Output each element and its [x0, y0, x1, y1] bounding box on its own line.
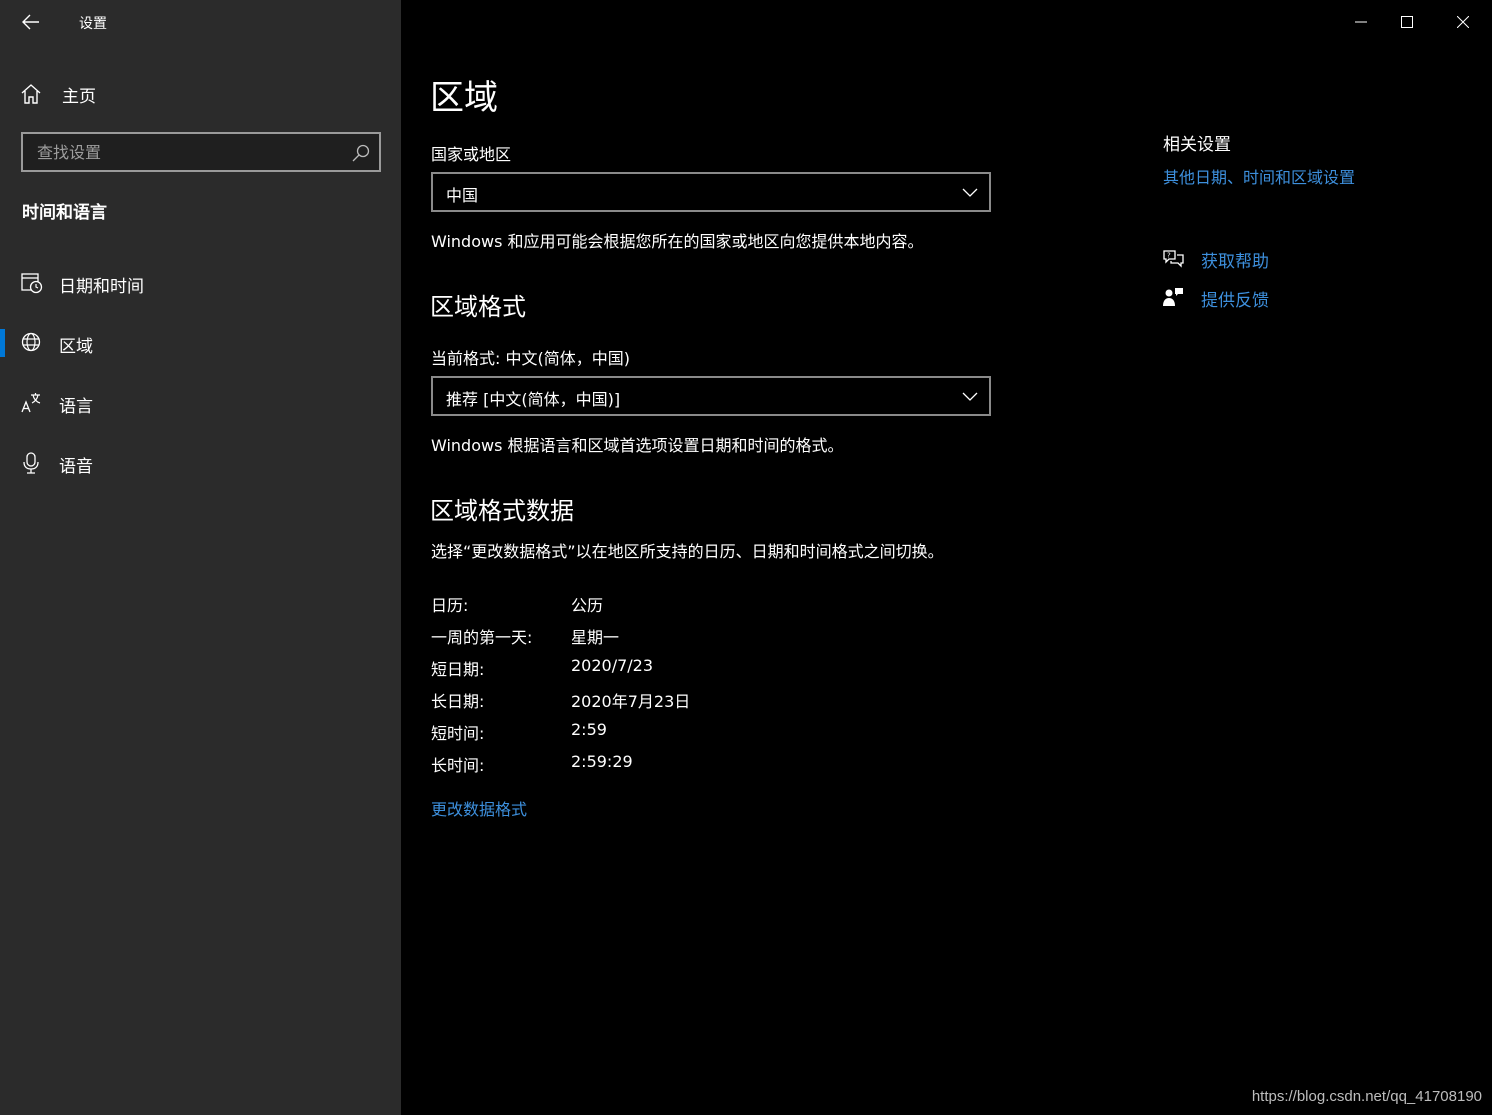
active-indicator	[0, 329, 5, 357]
chevron-down-icon	[962, 392, 978, 401]
minimize-button[interactable]	[1338, 0, 1384, 44]
sidebar-item-label: 语言	[59, 397, 93, 417]
sidebar-item-label: 日期和时间	[59, 277, 144, 297]
title-bar: 设置	[0, 0, 401, 44]
close-button[interactable]	[1440, 0, 1486, 44]
format-data-heading: 区域格式数据	[430, 497, 574, 525]
search-icon[interactable]	[351, 143, 371, 163]
related-settings-title: 相关设置	[1163, 135, 1231, 155]
maximize-icon	[1401, 16, 1413, 28]
get-help-row[interactable]: ? 获取帮助	[1161, 245, 1269, 273]
format-row-key: 一周的第一天:	[431, 628, 533, 647]
format-row-value: 2:59	[571, 720, 607, 739]
minimize-icon	[1355, 21, 1367, 23]
language-icon	[21, 393, 41, 413]
change-data-format-link[interactable]: 更改数据格式	[431, 796, 527, 820]
country-value: 中国	[446, 186, 479, 205]
page-title: 区域	[430, 78, 498, 118]
section-title: 时间和语言	[22, 203, 107, 223]
maximize-button[interactable]	[1384, 0, 1430, 44]
format-row-value: 星期一	[571, 628, 620, 647]
country-dropdown[interactable]: 中国	[431, 172, 991, 212]
region-format-value: 推荐 [中文(简体，中国)]	[446, 390, 621, 409]
give-feedback-row[interactable]: 提供反馈	[1161, 284, 1269, 312]
microphone-icon	[23, 452, 39, 474]
feedback-icon	[1163, 288, 1183, 306]
back-button[interactable]	[14, 8, 48, 36]
sidebar-item-label: 语音	[59, 457, 93, 477]
format-data-description: 选择“更改数据格式”以在地区所支持的日历、日期和时间格式之间切换。	[431, 542, 944, 561]
additional-date-time-region-link[interactable]: 其他日期、时间和区域设置	[1163, 164, 1355, 188]
sidebar-item-label: 区域	[59, 337, 93, 357]
globe-icon	[21, 332, 41, 352]
search-box[interactable]	[21, 132, 381, 172]
format-row-key: 长日期:	[431, 692, 485, 711]
region-format-heading: 区域格式	[430, 293, 526, 321]
format-row-key: 短日期:	[431, 660, 485, 679]
format-description: Windows 根据语言和区域首选项设置日期和时间的格式。	[431, 436, 844, 455]
format-row-value: 公历	[571, 596, 604, 615]
sidebar-item-region[interactable]: 区域	[0, 321, 401, 365]
sidebar-item-language[interactable]: 语言	[0, 381, 401, 425]
format-row-key: 长时间:	[431, 756, 485, 775]
calendar-clock-icon	[21, 273, 43, 294]
region-format-dropdown[interactable]: 推荐 [中文(简体，中国)]	[431, 376, 991, 416]
home-label: 主页	[62, 86, 96, 107]
format-row-key: 短时间:	[431, 724, 485, 743]
help-chat-icon: ?	[1163, 250, 1184, 268]
svg-text:?: ?	[1167, 252, 1171, 260]
home-nav-item[interactable]: 主页	[20, 80, 96, 108]
sidebar-item-date-time[interactable]: 日期和时间	[0, 261, 401, 305]
app-title: 设置	[79, 16, 107, 32]
format-row-key: 日历:	[431, 596, 469, 615]
format-row-value: 2020/7/23	[571, 656, 654, 675]
give-feedback-link[interactable]: 提供反馈	[1201, 286, 1269, 311]
current-format-label: 当前格式: 中文(简体，中国)	[431, 349, 630, 368]
format-row-value: 2020年7月23日	[571, 692, 691, 711]
sidebar: 设置 主页 时间和语言 日期和时间 区域	[0, 0, 401, 1115]
sidebar-item-speech[interactable]: 语音	[0, 441, 401, 485]
format-row-value: 2:59:29	[571, 752, 633, 771]
back-arrow-icon	[22, 14, 39, 30]
watermark: https://blog.csdn.net/qq_41708190	[1251, 1088, 1482, 1105]
chevron-down-icon	[962, 188, 978, 197]
main-content: 区域 国家或地区 中国 Windows 和应用可能会根据您所在的国家或地区向您提…	[401, 0, 1492, 1115]
country-description: Windows 和应用可能会根据您所在的国家或地区向您提供本地内容。	[431, 232, 924, 251]
home-icon	[21, 84, 41, 104]
country-label: 国家或地区	[431, 145, 512, 164]
close-icon	[1457, 16, 1469, 28]
search-input[interactable]	[23, 134, 343, 170]
get-help-link[interactable]: 获取帮助	[1201, 247, 1269, 272]
